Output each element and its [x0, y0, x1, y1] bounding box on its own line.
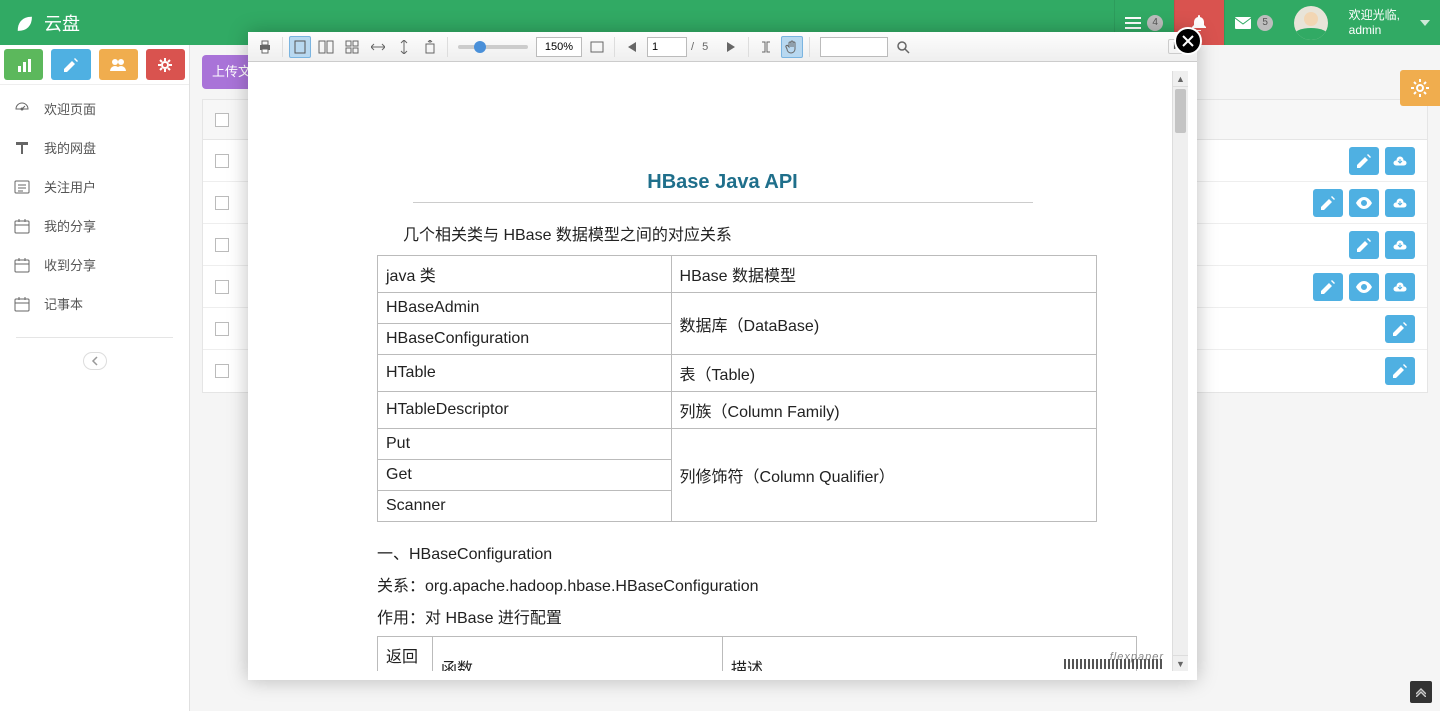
fit-width-button[interactable]: [367, 36, 389, 58]
page-field[interactable]: [647, 37, 687, 57]
select-tool-button[interactable]: [755, 36, 777, 58]
scroll-down-icon[interactable]: ▼: [1173, 655, 1188, 671]
zoom-handle[interactable]: [474, 41, 486, 53]
doc-intro: 几个相关类与 HBase 数据模型之间的对应关系: [403, 221, 1068, 245]
scroll-thumb[interactable]: [1175, 89, 1186, 133]
book-icon: [318, 40, 334, 54]
fullscreen-icon: [590, 41, 604, 53]
rotate-button[interactable]: [419, 36, 441, 58]
hand-icon: [785, 40, 799, 54]
doc-table-2: 返回值 函数 描述: [377, 636, 1137, 680]
search-icon: [896, 40, 910, 54]
barcode-mark: [1064, 659, 1164, 669]
grid-icon: [345, 40, 359, 54]
print-button[interactable]: [254, 36, 276, 58]
page-icon: [294, 40, 306, 54]
scroll-up-icon[interactable]: ▲: [1173, 71, 1188, 87]
fullscreen-button[interactable]: [586, 36, 608, 58]
doc-table-1: java 类HBase 数据模型 HBaseAdmin数据库（DataBase)…: [377, 255, 1097, 522]
search-button[interactable]: [892, 36, 914, 58]
viewer-toolbar: / 5 FP: [248, 32, 1197, 62]
triangle-right-icon: [727, 42, 735, 52]
single-page-button[interactable]: [289, 36, 311, 58]
cursor-text-icon: [759, 40, 773, 54]
doc-sec1: 一、HBaseConfiguration: [377, 540, 1068, 564]
doc-hr: [413, 202, 1033, 203]
print-icon: [258, 40, 272, 54]
doc-sec3: 作用：对 HBase 进行配置: [377, 604, 1068, 628]
doc-sec2: 关系：org.apache.hadoop.hbase.HBaseConfigur…: [377, 572, 1068, 596]
close-button[interactable]: [1174, 27, 1202, 55]
page-sep: /: [691, 41, 694, 53]
document-page: HBase Java API 几个相关类与 HBase 数据模型之间的对应关系 …: [257, 71, 1188, 680]
prev-page-button[interactable]: [621, 36, 643, 58]
close-icon: [1182, 35, 1194, 47]
fit-width-icon: [371, 41, 385, 53]
zoom-field[interactable]: [536, 37, 582, 57]
modal-backdrop: / 5 FP HBase Java API 几个相关类与 HBase 数据模型之…: [0, 0, 1440, 711]
page-total: 5: [702, 41, 708, 53]
two-page-button[interactable]: [315, 36, 337, 58]
next-page-button[interactable]: [720, 36, 742, 58]
triangle-left-icon: [628, 42, 636, 52]
zoom-slider[interactable]: [458, 45, 528, 49]
rotate-icon: [423, 40, 437, 54]
hand-tool-button[interactable]: [781, 36, 803, 58]
fit-height-button[interactable]: [393, 36, 415, 58]
thumbs-button[interactable]: [341, 36, 363, 58]
search-field[interactable]: [820, 37, 888, 57]
document-viewer: / 5 FP HBase Java API 几个相关类与 HBase 数据模型之…: [248, 32, 1197, 680]
doc-title: HBase Java API: [377, 171, 1068, 194]
viewer-body: HBase Java API 几个相关类与 HBase 数据模型之间的对应关系 …: [248, 62, 1197, 680]
fit-height-icon: [398, 40, 410, 54]
viewer-scrollbar[interactable]: ▲ ▼: [1172, 71, 1188, 671]
